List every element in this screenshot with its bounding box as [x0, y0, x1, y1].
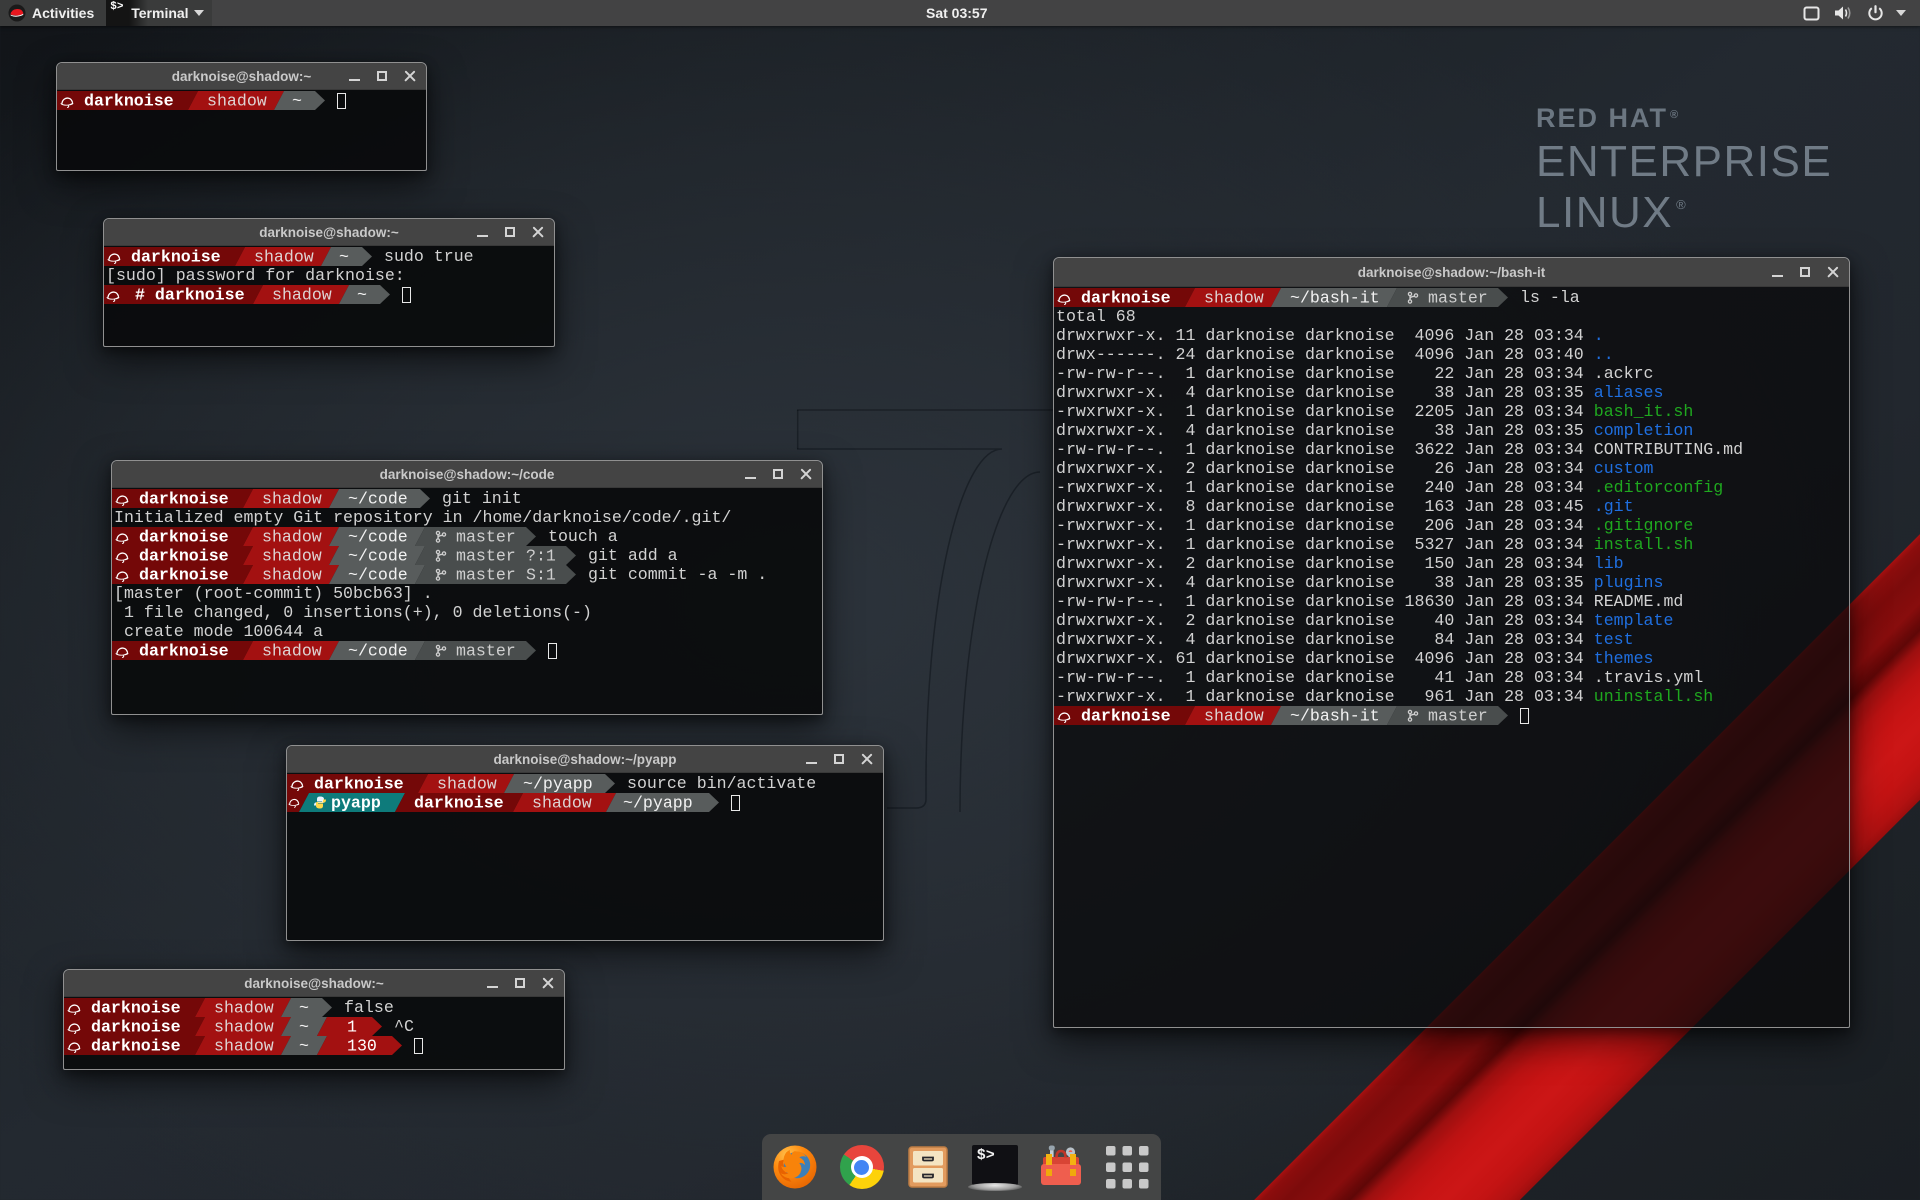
- svg-text:darknoise: darknoise: [414, 793, 504, 812]
- svg-text:shadow: shadow: [262, 641, 322, 660]
- svg-text:~/code: ~/code: [348, 546, 408, 565]
- svg-text:darknoise: darknoise: [139, 546, 229, 565]
- svg-text:# darknoise: # darknoise: [135, 285, 245, 304]
- svg-text:master: master: [456, 641, 516, 660]
- svg-text:shadow: shadow: [1204, 706, 1264, 725]
- svg-text:pyapp: pyapp: [331, 793, 381, 812]
- svg-text:darknoise: darknoise: [91, 1017, 181, 1036]
- svg-text:master: master: [1428, 706, 1488, 725]
- svg-text:~/code: ~/code: [348, 527, 408, 546]
- svg-text:~: ~: [292, 91, 302, 110]
- svg-text:darknoise: darknoise: [139, 527, 229, 546]
- svg-text:~/bash-it: ~/bash-it: [1290, 706, 1380, 725]
- svg-text:~/code: ~/code: [348, 565, 408, 584]
- svg-text:~/bash-it: ~/bash-it: [1290, 288, 1380, 307]
- svg-text:darknoise: darknoise: [84, 91, 174, 110]
- svg-text:shadow: shadow: [262, 565, 322, 584]
- svg-text:~/code: ~/code: [348, 489, 408, 508]
- svg-text:shadow: shadow: [207, 91, 267, 110]
- svg-text:~/pyapp: ~/pyapp: [623, 793, 693, 812]
- svg-text:shadow: shadow: [214, 1017, 274, 1036]
- svg-text:shadow: shadow: [254, 247, 314, 266]
- svg-text:darknoise: darknoise: [1081, 288, 1171, 307]
- svg-text:shadow: shadow: [1204, 288, 1264, 307]
- svg-text:shadow: shadow: [532, 793, 592, 812]
- svg-text:shadow: shadow: [262, 527, 322, 546]
- svg-text:shadow: shadow: [214, 1036, 274, 1055]
- svg-text:shadow: shadow: [262, 546, 322, 565]
- svg-text:~/code: ~/code: [348, 641, 408, 660]
- svg-text:~: ~: [299, 1017, 309, 1036]
- svg-text:darknoise: darknoise: [131, 247, 221, 266]
- svg-text:~: ~: [339, 247, 349, 266]
- svg-text:darknoise: darknoise: [1081, 706, 1171, 725]
- svg-text:darknoise: darknoise: [139, 565, 229, 584]
- svg-text:~: ~: [357, 285, 367, 304]
- svg-text:shadow: shadow: [214, 998, 274, 1017]
- svg-text:darknoise: darknoise: [139, 641, 229, 660]
- svg-text:darknoise: darknoise: [139, 489, 229, 508]
- svg-text:~/pyapp: ~/pyapp: [523, 774, 593, 793]
- svg-text:shadow: shadow: [262, 489, 322, 508]
- svg-text:~: ~: [299, 1036, 309, 1055]
- svg-text:S:1: S:1: [526, 565, 556, 584]
- svg-text:darknoise: darknoise: [91, 1036, 181, 1055]
- svg-text:1: 1: [347, 1017, 357, 1036]
- svg-text:~: ~: [299, 998, 309, 1017]
- svg-text:master: master: [456, 527, 516, 546]
- svg-text:shadow: shadow: [437, 774, 497, 793]
- svg-text:master: master: [456, 565, 516, 584]
- svg-text:?:1: ?:1: [526, 546, 556, 565]
- svg-text:darknoise: darknoise: [91, 998, 181, 1017]
- svg-text:130: 130: [347, 1036, 377, 1055]
- svg-text:master: master: [1428, 288, 1488, 307]
- svg-text:shadow: shadow: [272, 285, 332, 304]
- svg-text:darknoise: darknoise: [314, 774, 404, 793]
- svg-text:master: master: [456, 546, 516, 565]
